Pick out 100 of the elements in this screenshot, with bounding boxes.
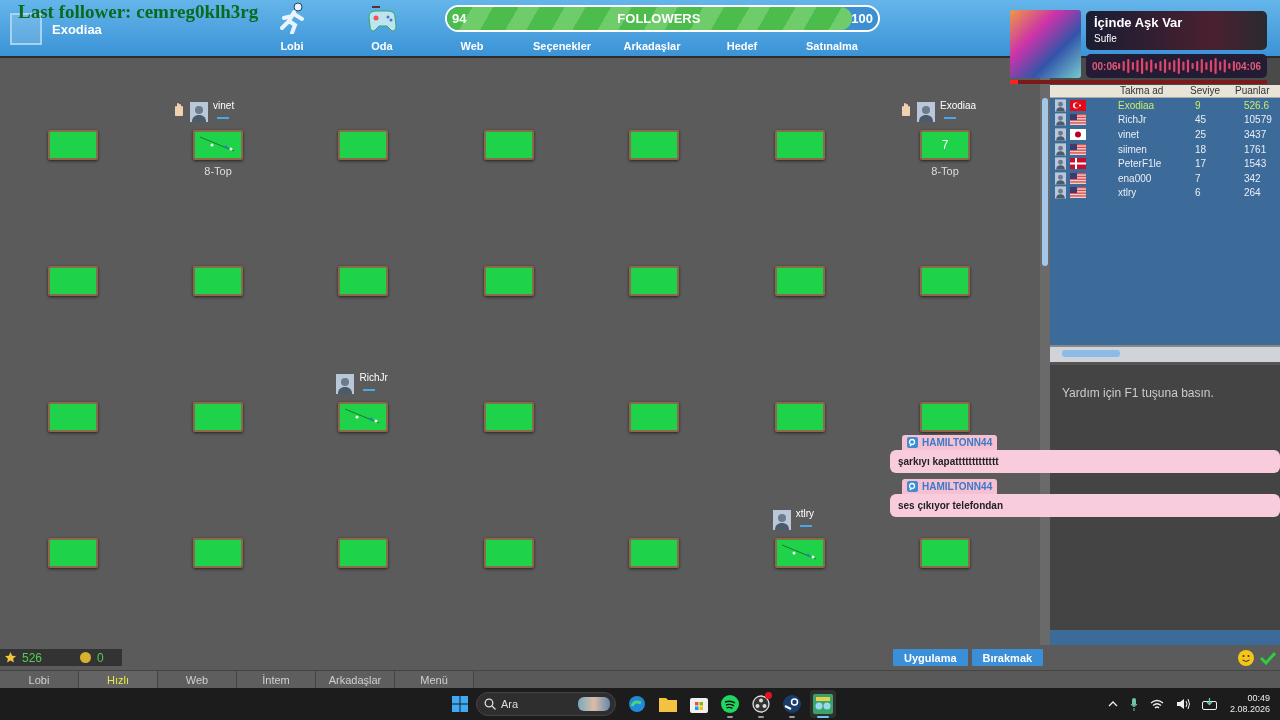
- flag-icon: [1070, 172, 1086, 184]
- waveform-icon: [1117, 57, 1236, 75]
- pool-table[interactable]: [774, 402, 825, 432]
- player-row[interactable]: ena000 7 342: [1050, 170, 1280, 186]
- track-artist: Sufle: [1094, 33, 1118, 44]
- flag-icon: [1070, 99, 1086, 111]
- pool-table[interactable]: [774, 266, 825, 296]
- player-row[interactable]: PeterF1le 17 1543: [1050, 156, 1280, 171]
- tab[interactable]: Lobi: [0, 671, 79, 688]
- tab[interactable]: Hızlı: [79, 671, 158, 688]
- pool-table[interactable]: [338, 266, 389, 296]
- user-badge-icon: [907, 481, 918, 492]
- avatar-icon: [1055, 142, 1066, 156]
- pool-table[interactable]: [193, 266, 244, 296]
- game-label: 8-Top: [204, 165, 232, 177]
- column-header[interactable]: Puanlar: [1235, 85, 1270, 97]
- goal-title: FOLLOWERS: [617, 11, 701, 26]
- user-badge-icon: [907, 437, 918, 448]
- clock-date[interactable]: 2.08.2026: [1229, 704, 1270, 715]
- checkmark-icon[interactable]: [1260, 650, 1276, 665]
- search-icon: [484, 698, 496, 710]
- pool-table[interactable]: [47, 130, 98, 160]
- nav-link[interactable]: Web: [460, 40, 484, 52]
- player-row[interactable]: siimen 18 1761: [1050, 141, 1280, 157]
- player-name: Exodiaa: [940, 100, 977, 111]
- track-duration: 04:06: [1235, 60, 1261, 72]
- column-header[interactable]: Seviye: [1190, 85, 1235, 97]
- nav-link[interactable]: Lobi: [280, 40, 304, 52]
- goal-target: 100: [851, 11, 873, 26]
- player-row[interactable]: Exodiaa 9 526.6: [1050, 98, 1280, 113]
- pool-table[interactable]: [629, 538, 680, 568]
- game-app-icon[interactable]: [810, 690, 836, 718]
- player-name: xtlry: [795, 508, 814, 519]
- coin-value: 0: [97, 650, 104, 665]
- chat-message: ses çıkıyor telefondan: [890, 494, 1280, 517]
- flag-icon: [1070, 143, 1086, 155]
- avatar-icon: [1055, 128, 1066, 141]
- pool-table[interactable]: [629, 402, 680, 432]
- speaker-icon[interactable]: [1175, 698, 1190, 710]
- scrollbar-thumb[interactable]: [1062, 350, 1120, 357]
- pool-table[interactable]: [47, 266, 98, 296]
- pool-table[interactable]: [629, 266, 680, 296]
- pool-table[interactable]: [629, 130, 680, 160]
- nav-link[interactable]: Satınalma: [806, 40, 858, 52]
- pool-table[interactable]: [483, 130, 534, 160]
- pool-table[interactable]: [338, 130, 389, 160]
- avatar-icon: [1055, 171, 1066, 185]
- player-name: vinet: [213, 100, 235, 111]
- pool-table[interactable]: [193, 402, 244, 432]
- battery-icon[interactable]: [1201, 698, 1218, 710]
- avatar-icon: [190, 102, 209, 122]
- tab[interactable]: İntem: [237, 671, 316, 688]
- tab[interactable]: Arkadaşlar: [316, 671, 395, 688]
- help-text: Yardım için F1 tuşuna basın.: [1062, 386, 1214, 400]
- player-row[interactable]: RichJr 45 10579: [1050, 112, 1280, 128]
- pool-table[interactable]: [47, 402, 98, 432]
- elapsed-time: 00:06: [1092, 60, 1118, 72]
- tab[interactable]: Menü: [395, 671, 474, 688]
- nav-link[interactable]: Oda: [371, 40, 393, 52]
- player-row[interactable]: vinet 25 3437: [1050, 127, 1280, 142]
- chat-message: şarkıyı kapattttttttttttt: [890, 450, 1280, 473]
- action-button[interactable]: Bırakmak: [971, 649, 1044, 666]
- nav-link[interactable]: Hedef: [726, 40, 758, 52]
- pool-table[interactable]: [774, 130, 825, 160]
- chat-username: HAMILTONN44: [902, 479, 998, 494]
- pool-table[interactable]: [483, 538, 534, 568]
- scrollbar-thumb[interactable]: [1042, 98, 1048, 266]
- pool-table[interactable]: [920, 402, 971, 432]
- username: Exodiaa: [52, 21, 102, 37]
- goal-current: 94: [452, 11, 467, 26]
- pool-table[interactable]: [338, 402, 389, 432]
- pool-table[interactable]: [920, 538, 971, 568]
- nav-link[interactable]: Seçenekler: [532, 40, 592, 52]
- game-label: 8-Top: [931, 165, 959, 177]
- pool-table[interactable]: [483, 402, 534, 432]
- table-number: 7: [941, 138, 949, 152]
- pool-table[interactable]: [774, 538, 825, 568]
- start-button[interactable]: [452, 696, 468, 712]
- pool-table[interactable]: [483, 266, 534, 296]
- pool-table[interactable]: [193, 538, 244, 568]
- pool-table[interactable]: [338, 538, 389, 568]
- avatar-icon: [1055, 113, 1066, 127]
- coin-icon: [80, 652, 92, 663]
- pool-table[interactable]: [193, 130, 244, 160]
- nav-link[interactable]: Arkadaşlar: [623, 40, 681, 52]
- clock-time[interactable]: 00:49: [1247, 693, 1270, 704]
- tab[interactable]: Web: [158, 671, 237, 688]
- flag-icon: [1070, 158, 1086, 170]
- column-header[interactable]: Takma ad: [1120, 85, 1190, 97]
- player-row[interactable]: xtlry 6 264: [1050, 185, 1280, 201]
- avatar-icon: [1055, 157, 1066, 171]
- chevron-up-icon[interactable]: [1107, 701, 1118, 707]
- microphone-icon[interactable]: [1129, 697, 1138, 711]
- smiley-icon[interactable]: [1238, 649, 1254, 666]
- pool-table[interactable]: [920, 266, 971, 296]
- wifi-icon[interactable]: [1149, 698, 1164, 710]
- action-button[interactable]: Uygulama: [893, 649, 968, 666]
- player-name: RichJr: [359, 372, 388, 383]
- flag-icon: [1070, 114, 1086, 126]
- pool-table[interactable]: [47, 538, 98, 568]
